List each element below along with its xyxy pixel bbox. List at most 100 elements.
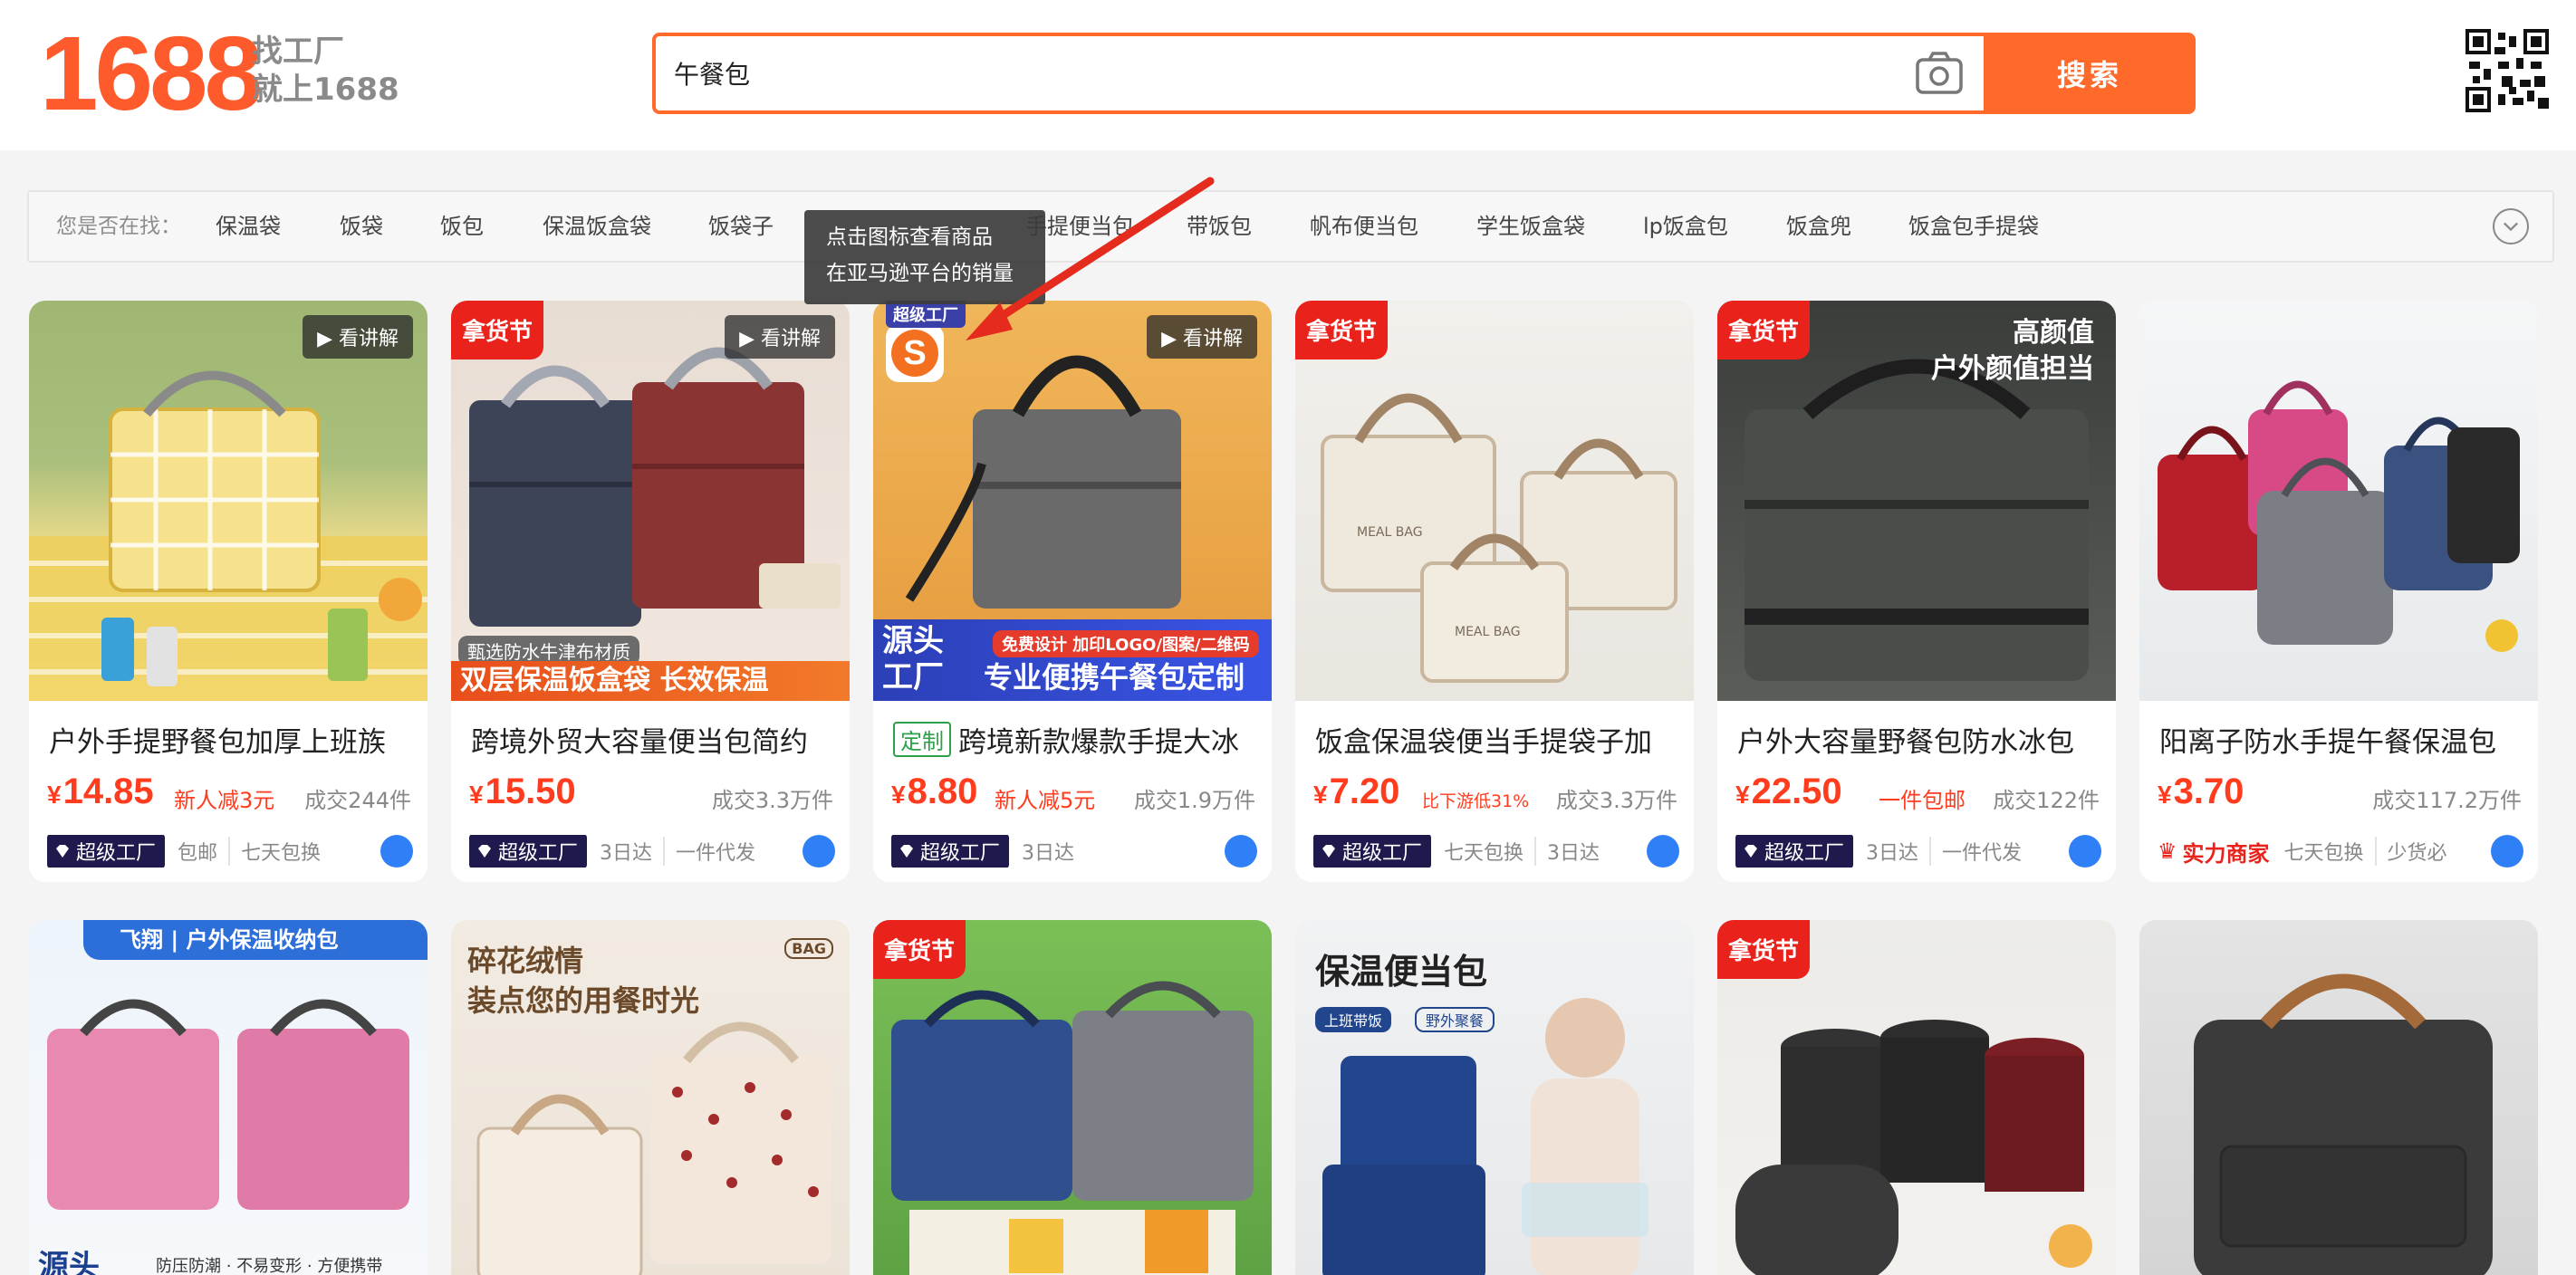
product-title[interactable]: 户外手提野餐包加厚上班族 [49, 719, 411, 760]
suggestion-item[interactable]: 饭盒包手提袋 [1908, 192, 2039, 261]
product-price: ¥7.20 [1313, 772, 1400, 811]
product-card[interactable]: S 超级工厂 源头 工厂 免费设计 加印LOGO/图案/二维码 专业便携午餐包定… [873, 301, 1272, 882]
svg-text:MEAL BAG: MEAL BAG [1455, 625, 1521, 639]
product-card[interactable]: ▶ 看讲解 户外手提野餐包加厚上班族 ¥14.85 新人减3元 成交244件 超… [29, 301, 428, 882]
amazon-sales-icon[interactable] [1647, 835, 1679, 868]
search-input[interactable] [674, 36, 1897, 110]
promo-tag: 拿货节 [1295, 301, 1389, 359]
product-card[interactable] [2139, 920, 2538, 1275]
product-image[interactable]: 保温便当包 上班带饭 野外聚餐 [1295, 920, 1694, 1275]
image-title: 保温便当包 [1315, 952, 1488, 992]
product-image[interactable] [2139, 301, 2538, 701]
product-card[interactable]: 飞翔 | 户外保温收纳包 源头 防压防潮 · 不易变形 · 方便携带 [29, 920, 428, 1275]
amazon-sales-icon[interactable] [2491, 835, 2523, 868]
banner-left-2: 工厂 [882, 659, 944, 695]
amazon-logo-icon[interactable]: S [886, 324, 944, 382]
promo-label: 比下游低31% [1422, 791, 1530, 811]
price-value: 3.70 [2173, 772, 2244, 811]
suggestion-item[interactable]: 饭袋 [340, 192, 383, 261]
service-chip: 3日达 [600, 842, 653, 865]
product-title[interactable]: 跨境外贸大容量便当包简约 [471, 719, 833, 760]
tooltip-line-1: 点击图标查看商品 [826, 225, 993, 249]
suggestion-item[interactable]: 饭袋子 [708, 192, 774, 261]
live-label: 看讲解 [1182, 328, 1243, 350]
service-chip: 七天包换 [2283, 842, 2364, 865]
product-card[interactable]: 碎花绒情 装点您的用餐时光 BAG [451, 920, 850, 1275]
product-card[interactable]: 保温便当包 上班带饭 野外聚餐 [1295, 920, 1694, 1275]
image-caption-2: 户外颜值担当 [1931, 353, 2094, 385]
suggestion-item[interactable]: lp饭盒包 [1643, 192, 1728, 261]
product-image[interactable]: MEAL BAG MEAL BAG 拿货节 [1295, 301, 1694, 701]
image-caption-1: 碎花绒情 [467, 944, 584, 978]
product-card[interactable]: 拿货节 [873, 920, 1272, 1275]
banner-caption: 专业便携午餐包定制 [984, 660, 1245, 695]
service-chip: 少货必 [2374, 837, 2458, 866]
sales-count: 成交117.2万件 [2372, 788, 2522, 813]
product-image[interactable]: 拿货节 [873, 920, 1272, 1275]
product-card[interactable]: 高颜值 户外颜值担当 拿货节 户外大容量野餐包防水冰包 ¥22.50 一件包邮 … [1717, 301, 2116, 882]
price-value: 22.50 [1751, 772, 1842, 811]
suggestion-item[interactable]: 帆布便当包 [1310, 192, 1418, 261]
suggestion-item[interactable]: 饭包 [440, 192, 484, 261]
product-image[interactable]: 甄选防水牛津布材质 双层保温饭盒袋 长效保温 拿货节 ▶ 看讲解 [451, 301, 850, 701]
promo-tag: 拿货节 [873, 920, 966, 979]
tooltip-line-2: 在亚马逊平台的销量 [826, 262, 1014, 285]
promo-label: 新人减3元 [174, 788, 275, 813]
product-image[interactable]: 碎花绒情 装点您的用餐时光 BAG [451, 920, 850, 1275]
badge-row: 超级工厂 包邮 七天包换 [47, 835, 414, 868]
product-card[interactable]: MEAL BAG MEAL BAG 拿货节 饭盒保温袋便当手提袋子加 ¥7.20… [1295, 301, 1694, 882]
promo-tag: 拿货节 [1717, 301, 1811, 359]
watch-explainer-badge[interactable]: ▶ 看讲解 [303, 315, 413, 359]
image-corner-label: BAG [784, 938, 833, 959]
logo-slogan: 找工厂 就上1688 [252, 33, 415, 109]
amazon-sales-icon[interactable] [380, 835, 413, 868]
image-pill-2: 野外聚餐 [1415, 1007, 1495, 1032]
service-chip: 七天包换 [228, 837, 332, 866]
diamond-icon [56, 845, 69, 858]
product-title[interactable]: 户外大容量野餐包防水冰包 [1737, 719, 2100, 760]
amazon-sales-icon[interactable] [803, 835, 835, 868]
product-image[interactable]: 高颜值 户外颜值担当 拿货节 [1717, 301, 2116, 701]
product-image[interactable]: 飞翔 | 户外保温收纳包 源头 防压防潮 · 不易变形 · 方便携带 [29, 920, 428, 1275]
qr-code-icon[interactable] [2465, 29, 2549, 112]
banner-left-1: 源头 [882, 623, 944, 659]
suggestion-bar: 您是否在找： 保温袋 饭袋 饭包 保温饭盒袋 饭袋子 手提便当包 带饭包 帆布便… [27, 190, 2554, 263]
watch-explainer-badge[interactable]: ▶ 看讲解 [1147, 315, 1257, 359]
super-factory-badge: 超级工厂 [891, 835, 1010, 868]
image-caption-2: 装点您的用餐时光 [467, 983, 700, 1018]
watch-explainer-badge[interactable]: ▶ 看讲解 [725, 315, 835, 359]
diamond-icon [1745, 845, 1757, 858]
live-label: 看讲解 [760, 328, 821, 350]
product-image[interactable] [2139, 920, 2538, 1275]
badge-row: 超级工厂 3日达 一件代发 [469, 835, 836, 868]
suggestion-item[interactable]: 饭盒兜 [1786, 192, 1851, 261]
suggestion-item[interactable]: 带饭包 [1187, 192, 1252, 261]
product-card[interactable]: 拿货节 [1717, 920, 2116, 1275]
product-card[interactable]: 甄选防水牛津布材质 双层保温饭盒袋 长效保温 拿货节 ▶ 看讲解 跨境外贸大容量… [451, 301, 850, 882]
sales-count: 成交3.3万件 [711, 788, 833, 813]
product-image[interactable]: S 超级工厂 源头 工厂 免费设计 加印LOGO/图案/二维码 专业便携午餐包定… [873, 301, 1272, 701]
logo[interactable]: 1688 [40, 14, 263, 132]
product-title[interactable]: 定制 跨境新款爆款手提大冰 [893, 719, 1255, 760]
expand-chevron-icon[interactable] [2493, 208, 2529, 244]
product-price: ¥8.80 [891, 772, 978, 811]
promo-label: 一件包邮 [1879, 788, 1966, 813]
camera-icon[interactable] [1915, 51, 1964, 96]
price-value: 7.20 [1329, 772, 1400, 811]
suggestion-item[interactable]: 保温饭盒袋 [543, 192, 651, 261]
svg-text:MEAL BAG: MEAL BAG [1357, 525, 1423, 540]
amazon-sales-icon[interactable] [2069, 835, 2101, 868]
suggestion-item[interactable]: 学生饭盒袋 [1476, 192, 1585, 261]
super-factory-badge: 超级工厂 [1735, 835, 1854, 868]
suggestion-item[interactable]: 保温袋 [216, 192, 281, 261]
product-title[interactable]: 饭盒保温袋便当手提袋子加 [1315, 719, 1677, 760]
search-button[interactable]: 搜索 [1984, 33, 2196, 114]
product-image[interactable]: 拿货节 [1717, 920, 2116, 1275]
price-value: 15.50 [485, 772, 576, 811]
product-image[interactable]: ▶ 看讲解 [29, 301, 428, 701]
product-card[interactable]: 阳离子防水手提午餐保温包 ¥3.70 成交117.2万件 ♛ 实力商家 七天包换 … [2139, 301, 2538, 882]
product-title[interactable]: 阳离子防水手提午餐保温包 [2159, 719, 2522, 760]
diamond-icon [478, 845, 491, 858]
strong-merchant-badge: ♛ 实力商家 [2158, 839, 2270, 867]
amazon-sales-icon[interactable] [1225, 835, 1257, 868]
